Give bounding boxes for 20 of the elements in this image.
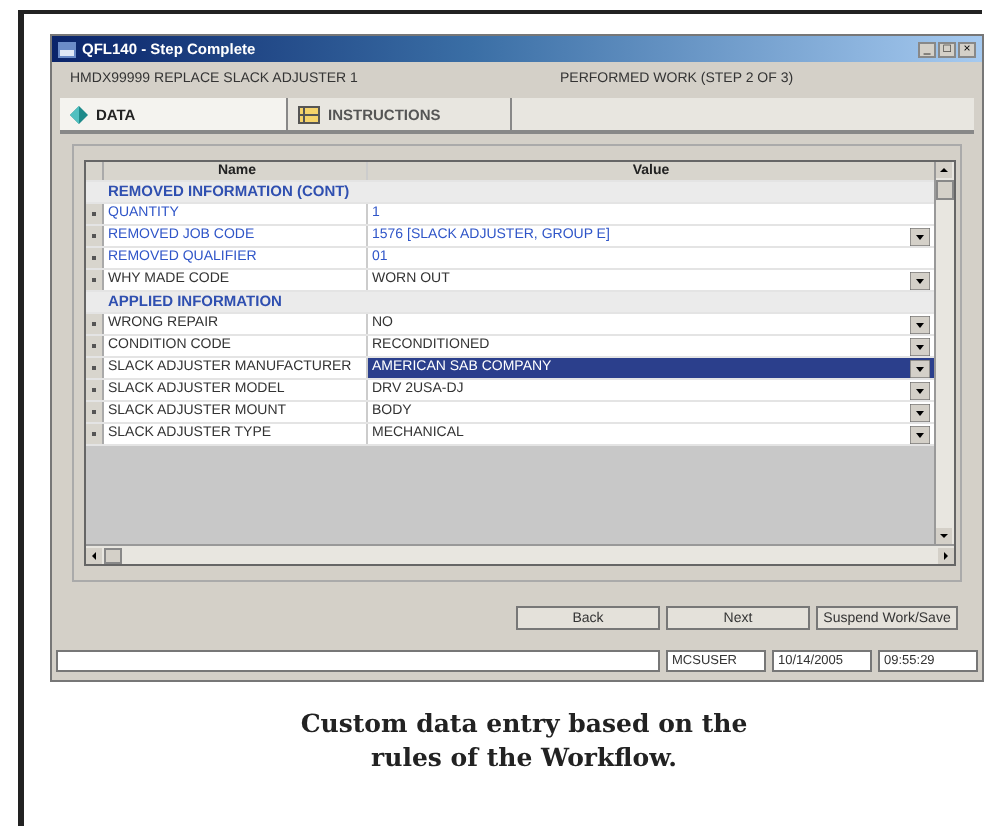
dropdown-button[interactable]	[910, 315, 930, 333]
dropdown-button[interactable]	[910, 337, 930, 355]
vertical-scrollbar[interactable]	[934, 162, 954, 544]
diamond-icon	[70, 105, 88, 123]
caption: Custom data entry based on the rules of the Workflow.	[298, 706, 750, 774]
scroll-left-icon[interactable]	[86, 547, 102, 563]
scroll-thumb[interactable]	[104, 547, 122, 563]
dropdown-button[interactable]	[910, 381, 930, 399]
scroll-up-icon[interactable]	[936, 162, 952, 178]
dropdown-button[interactable]	[910, 403, 930, 421]
dropdown-button[interactable]	[910, 227, 930, 245]
dropdown-button[interactable]	[910, 359, 930, 377]
scroll-thumb[interactable]	[936, 180, 954, 200]
scroll-right-icon[interactable]	[938, 547, 954, 563]
scroll-down-icon[interactable]	[936, 528, 952, 544]
horizontal-scrollbar[interactable]	[86, 544, 954, 564]
app-icon	[58, 41, 76, 57]
list-icon	[298, 105, 320, 123]
dropdown-button[interactable]	[910, 425, 930, 443]
dropdown-button[interactable]	[910, 271, 930, 289]
